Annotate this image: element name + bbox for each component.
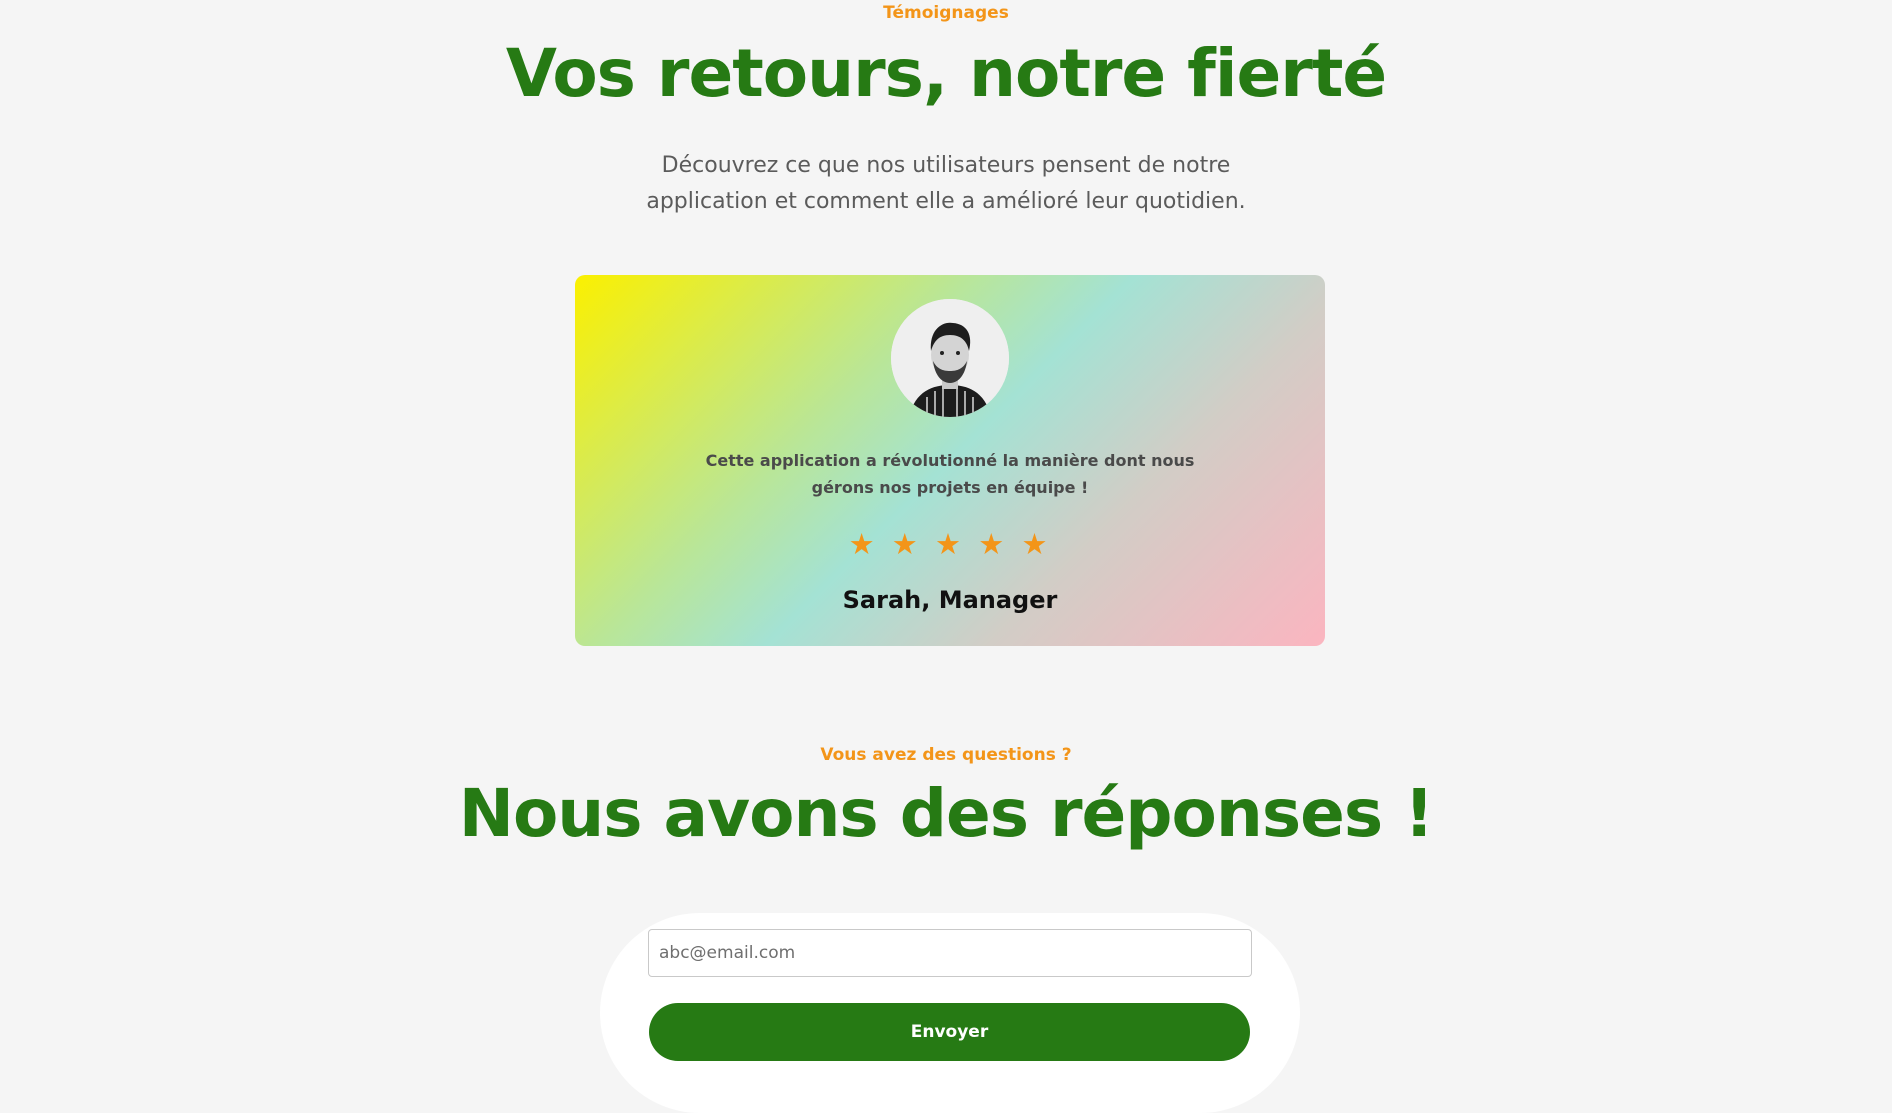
star-icon: ★ <box>891 527 922 561</box>
rating-stars: ★ ★ ★ ★ ★ <box>575 527 1325 561</box>
send-button[interactable]: Envoyer <box>649 1003 1250 1061</box>
avatar <box>891 299 1009 417</box>
star-icon: ★ <box>935 527 965 561</box>
faq-eyebrow: Vous avez des questions ? <box>820 745 1072 765</box>
testimonials-title: Vos retours, notre fierté <box>505 35 1387 112</box>
testimonial-author: Sarah, Manager <box>842 586 1058 614</box>
faq-title: Nous avons des réponses ! <box>458 775 1435 852</box>
star-icon: ★ <box>978 527 1009 561</box>
person-portrait-icon <box>891 299 1009 417</box>
testimonial-quote: Cette application a révolutionné la mani… <box>705 451 1195 497</box>
testimonial-card: Cette application a révolutionné la mani… <box>575 275 1325 646</box>
testimonials-subtitle: Découvrez ce que nos utilisateurs pensen… <box>646 153 1246 214</box>
testimonials-eyebrow: Témoignages <box>883 3 1009 23</box>
star-icon: ★ <box>1021 527 1052 561</box>
email-field[interactable] <box>648 929 1252 977</box>
star-icon: ★ <box>848 527 879 561</box>
